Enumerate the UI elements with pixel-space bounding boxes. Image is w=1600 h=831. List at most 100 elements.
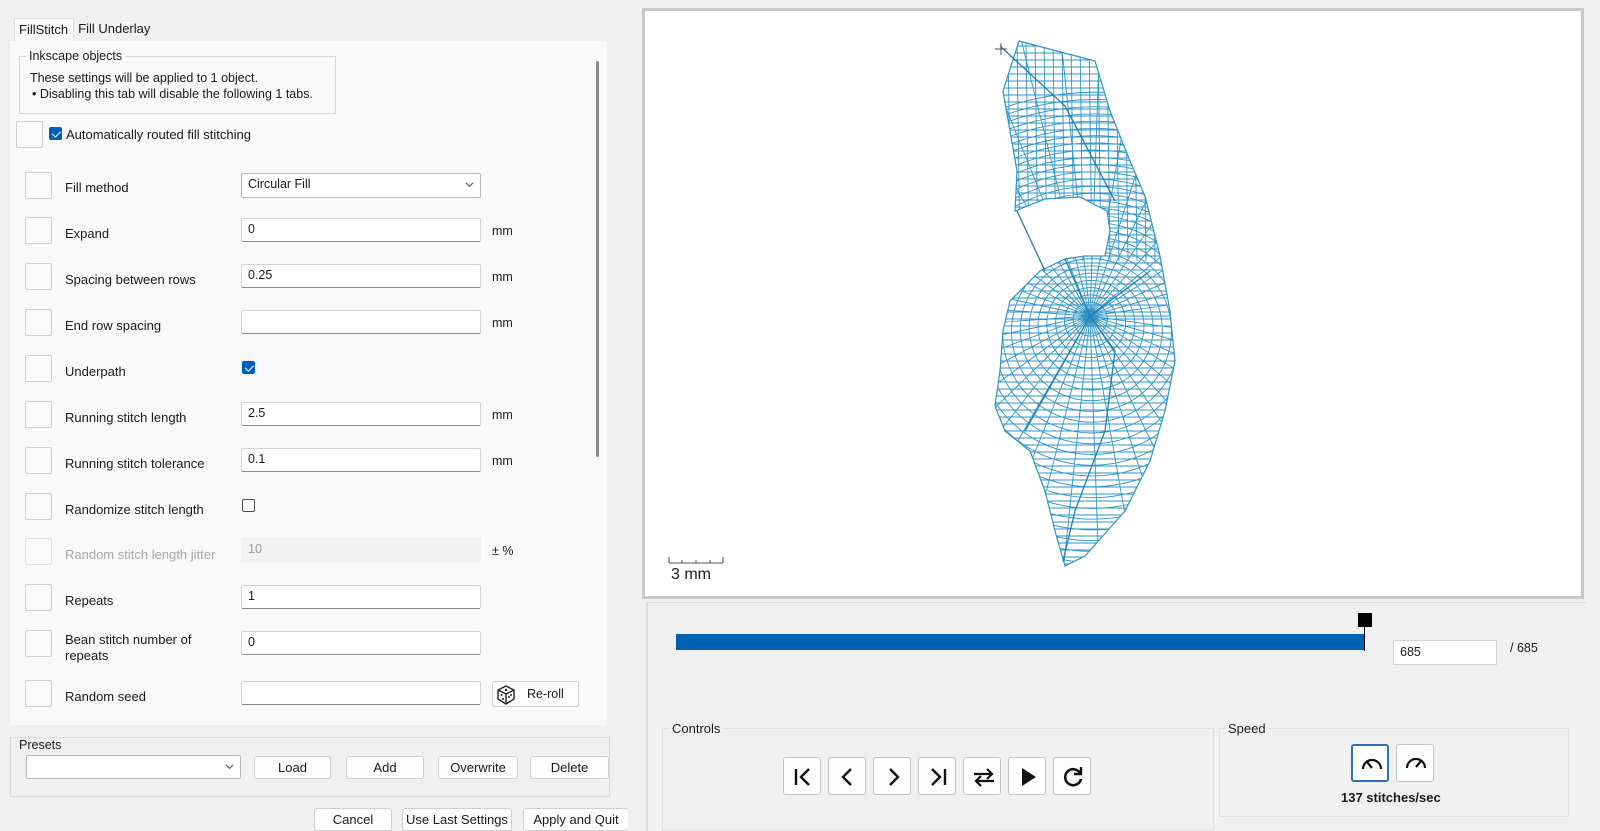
load-preset-button[interactable]: Load [254,756,331,779]
chevron-down-icon [225,764,234,770]
running-length-input[interactable]: 2.5 [241,402,481,426]
skip-to-end-button[interactable] [918,757,956,795]
faster-button[interactable] [1396,744,1434,782]
window-edge [1590,0,1600,831]
controls-legend: Controls [670,721,723,736]
stitch-preview-canvas[interactable] [642,8,1584,599]
randomize-toggle[interactable] [25,493,52,520]
chevron-down-icon [465,182,474,188]
swap-direction-icon [974,768,994,787]
bean-repeats-toggle[interactable] [25,630,52,657]
auto-routed-label: Automatically routed fill stitching [66,127,251,142]
panel-splitter[interactable] [628,0,640,831]
reroll-button[interactable]: Re-roll [492,681,579,707]
speed-fast-icon [1405,757,1427,769]
slower-button[interactable] [1351,744,1389,782]
running-length-label: Running stitch length [65,410,187,425]
step-forward-icon [889,768,900,786]
add-preset-button[interactable]: Add [346,756,424,779]
tab-fill-underlay[interactable]: Fill Underlay [74,18,155,42]
randomize-checkbox[interactable] [242,499,255,512]
fill-method-select[interactable]: Circular Fill [241,173,481,198]
swap-direction-button[interactable] [963,757,1001,795]
info-group: Inkscape objects These settings will be … [19,49,336,114]
start-marker [995,43,1007,55]
stitch-lines [995,41,1175,566]
jitter-unit: ± % [492,544,514,558]
end-row-spacing-toggle[interactable] [25,309,52,336]
underpath-checkbox[interactable] [242,361,255,374]
speed-slow-icon [1361,758,1383,770]
step-back-button[interactable] [828,757,866,795]
stitch-plot [994,40,1176,567]
step-back-icon [841,768,852,786]
play-button[interactable] [1008,757,1046,795]
stitch-slider-track[interactable] [676,634,1365,650]
delete-preset-button[interactable]: Delete [530,756,609,779]
presets-select[interactable] [26,755,241,779]
running-tolerance-toggle[interactable] [25,447,52,474]
bean-repeats-label-line1: Bean stitch number of [65,632,192,647]
running-tolerance-unit: mm [492,454,513,468]
scale-bar [668,557,724,564]
repeats-toggle[interactable] [25,584,52,611]
fill-method-toggle[interactable] [25,172,52,199]
underpath-label: Underpath [65,364,126,379]
random-seed-toggle[interactable] [25,680,52,707]
tab-bar: FillStitch Fill Underlay [14,18,155,42]
tab-page: Inkscape objects These settings will be … [10,41,607,725]
tab-fillstitch[interactable]: FillStitch [14,18,75,42]
skip-to-start-icon [794,768,810,786]
skip-to-start-button[interactable] [783,757,821,795]
random-seed-label: Random seed [65,689,146,704]
stitch-slider-marker [1364,626,1365,651]
spacing-unit: mm [492,270,513,284]
expand-input[interactable]: 0 [241,218,481,242]
running-length-toggle[interactable] [25,401,52,428]
repeats-label: Repeats [65,593,114,608]
presets-legend: Presets [19,738,62,752]
auto-routed-checkbox[interactable] [49,127,62,140]
fill-method-label: Fill method [65,180,129,195]
reroll-label: Re-roll [527,687,564,701]
params-panel: FillStitch Fill Underlay Inkscape object… [0,0,629,831]
bean-repeats-input[interactable]: 0 [241,631,481,655]
underpath-toggle[interactable] [25,355,52,382]
overwrite-preset-button[interactable]: Overwrite [438,756,518,779]
tab-enable-toggle[interactable] [16,121,43,148]
jitter-toggle[interactable] [25,538,52,565]
apply-and-quit-button[interactable]: Apply and Quit [523,808,629,831]
spacing-label: Spacing between rows [65,272,196,287]
info-line-2: • Disabling this tab will disable the fo… [32,87,313,101]
dice-icon [497,685,515,705]
params-scrollbar[interactable] [596,61,599,457]
random-seed-input[interactable] [241,681,481,705]
bean-repeats-label-line2: repeats [65,648,109,663]
end-row-spacing-unit: mm [492,316,513,330]
jitter-label: Random stitch length jitter [65,547,216,562]
fill-stitches [995,41,1175,566]
step-forward-button[interactable] [873,757,911,795]
scale-label: 3 mm [671,566,711,583]
cancel-button[interactable]: Cancel [314,808,392,831]
spacing-toggle[interactable] [25,263,52,290]
use-last-settings-button[interactable]: Use Last Settings [402,808,512,831]
repeats-input[interactable]: 1 [241,585,481,609]
running-tolerance-input[interactable]: 0.1 [241,448,481,472]
speed-readout: 137 stitches/sec [1341,790,1441,805]
speed-legend: Speed [1226,721,1268,736]
end-row-spacing-label: End row spacing [65,318,162,333]
info-group-legend: Inkscape objects [26,49,126,63]
spacing-input[interactable]: 0.25 [241,264,481,288]
skip-to-end-icon [931,768,947,786]
stitch-slider-thumb[interactable] [1358,613,1372,627]
play-icon [1022,768,1036,786]
expand-toggle[interactable] [25,217,52,244]
end-row-spacing-input[interactable] [241,310,481,334]
restart-button[interactable] [1053,757,1091,795]
jitter-input[interactable]: 10 [241,538,481,562]
expand-unit: mm [492,224,513,238]
total-stitches: / 685 [1510,641,1538,655]
expand-label: Expand [65,226,110,241]
current-stitch-input[interactable]: 685 [1393,640,1497,665]
